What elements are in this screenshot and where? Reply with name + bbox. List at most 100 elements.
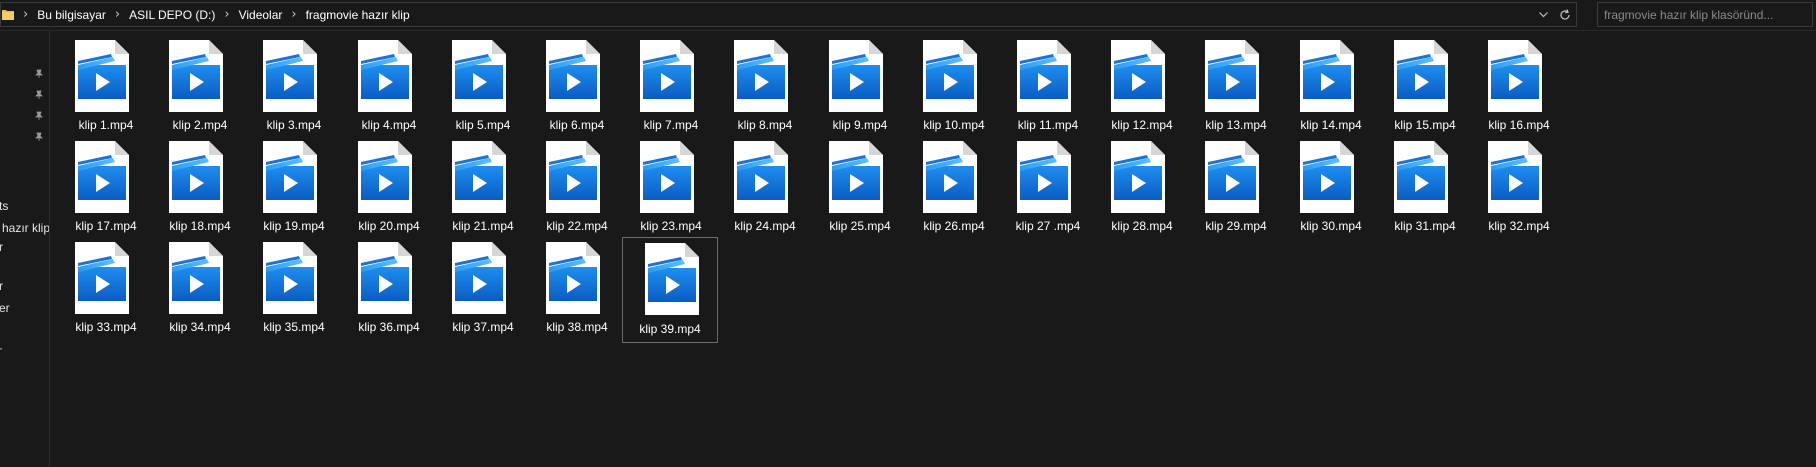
chevron-right-icon[interactable]: ›	[115, 7, 120, 22]
chevron-right-icon[interactable]: ›	[23, 7, 28, 22]
video-file-icon	[923, 141, 977, 213]
file-name: klip 14.mp4	[1300, 118, 1362, 132]
file-item[interactable]: klip 13.mp4	[1190, 40, 1282, 140]
file-item[interactable]: klip 34.mp4	[154, 242, 246, 342]
toolbar: › Bu bilgisayar › ASIL DEPO (D:) › Video…	[0, 0, 1816, 31]
file-item[interactable]: klip 17.mp4	[60, 141, 152, 241]
file-item[interactable]: klip 26.mp4	[908, 141, 1000, 241]
file-item[interactable]: klip 4.mp4	[343, 40, 435, 140]
file-name: klip 30.mp4	[1300, 219, 1362, 233]
file-name: klip 11.mp4	[1017, 118, 1079, 132]
file-item[interactable]: klip 9.mp4	[814, 40, 906, 140]
file-item[interactable]: klip 36.mp4	[343, 242, 435, 342]
video-file-icon	[75, 40, 129, 112]
file-name: klip 22.mp4	[546, 219, 608, 233]
pin-icon	[35, 69, 43, 78]
breadcrumb-this-pc[interactable]: Bu bilgisayar	[37, 8, 106, 22]
nav-item-partial[interactable]: r	[0, 279, 3, 293]
file-item[interactable]: klip 21.mp4	[437, 141, 529, 241]
file-name: klip 10.mp4	[923, 118, 985, 132]
file-item[interactable]: klip 8.mp4	[719, 40, 811, 140]
file-item[interactable]: klip 28.mp4	[1096, 141, 1188, 241]
address-bar[interactable]: › Bu bilgisayar › ASIL DEPO (D:) › Video…	[0, 2, 1577, 27]
file-name: klip 7.mp4	[643, 118, 699, 132]
video-file-icon	[169, 242, 223, 314]
breadcrumb-videos[interactable]: Videolar	[239, 8, 283, 22]
file-name: klip 32.mp4	[1488, 219, 1550, 233]
file-item[interactable]: klip 20.mp4	[343, 141, 435, 241]
file-item[interactable]: klip 3.mp4	[248, 40, 340, 140]
chevron-down-icon[interactable]	[1532, 3, 1554, 26]
video-file-icon	[75, 242, 129, 314]
file-name: klip 29.mp4	[1205, 219, 1267, 233]
chevron-right-icon[interactable]: ›	[224, 7, 229, 22]
file-item[interactable]: klip 31.mp4	[1379, 141, 1471, 241]
file-item[interactable]: klip 29.mp4	[1190, 141, 1282, 241]
file-item[interactable]: klip 10.mp4	[908, 40, 1000, 140]
file-name: klip 1.mp4	[78, 118, 134, 132]
breadcrumb-current-folder[interactable]: fragmovie hazır klip	[306, 8, 410, 22]
file-name: klip 33.mp4	[75, 320, 137, 334]
file-item[interactable]: klip 39.mp4	[622, 237, 718, 343]
navigation-pane[interactable]: › ts hazır klip r r er ·	[0, 31, 50, 467]
file-item[interactable]: klip 19.mp4	[248, 141, 340, 241]
file-item[interactable]: klip 22.mp4	[531, 141, 623, 241]
breadcrumb-drive[interactable]: ASIL DEPO (D:)	[129, 8, 215, 22]
nav-item-partial[interactable]: ·	[0, 341, 3, 355]
video-file-icon	[169, 141, 223, 213]
video-file-icon	[452, 141, 506, 213]
file-item[interactable]: klip 37.mp4	[437, 242, 529, 342]
file-item[interactable]: klip 7.mp4	[625, 40, 717, 140]
file-grid[interactable]: klip 1.mp4 klip 2.mp4 klip 3.mp4 klip 4.mp4…	[60, 40, 1816, 467]
file-name: klip 18.mp4	[169, 219, 231, 233]
file-name: klip 26.mp4	[923, 219, 985, 233]
file-name: klip 25.mp4	[829, 219, 891, 233]
search-input[interactable]: fragmovie hazır klip klasöründ...	[1597, 2, 1813, 27]
video-file-icon	[1488, 40, 1542, 112]
file-name: klip 5.mp4	[455, 118, 511, 132]
file-name: klip 15.mp4	[1394, 118, 1456, 132]
file-name: klip 35.mp4	[263, 320, 325, 334]
file-item[interactable]: klip 33.mp4	[60, 242, 152, 342]
nav-item-partial[interactable]: ts	[0, 199, 8, 213]
file-item[interactable]: klip 12.mp4	[1096, 40, 1188, 140]
file-name: klip 24.mp4	[734, 219, 796, 233]
file-item[interactable]: klip 14.mp4	[1285, 40, 1377, 140]
file-name: klip 9.mp4	[832, 118, 888, 132]
file-item[interactable]: klip 32.mp4	[1473, 141, 1565, 241]
chevron-right-icon[interactable]: ›	[291, 7, 296, 22]
search-placeholder: fragmovie hazır klip klasöründ...	[1604, 7, 1774, 22]
nav-item-partial[interactable]: r	[0, 240, 3, 254]
video-file-icon	[1394, 141, 1448, 213]
file-name: klip 34.mp4	[169, 320, 231, 334]
file-name: klip 37.mp4	[452, 320, 514, 334]
file-item[interactable]: klip 1.mp4	[60, 40, 152, 140]
video-file-icon	[829, 141, 883, 213]
video-file-icon	[1300, 40, 1354, 112]
nav-item-partial[interactable]: er	[0, 301, 10, 315]
file-item[interactable]: klip 25.mp4	[814, 141, 906, 241]
file-item[interactable]: klip 11.mp4	[1002, 40, 1094, 140]
video-file-icon	[75, 141, 129, 213]
file-item[interactable]: klip 35.mp4	[248, 242, 340, 342]
file-name: klip 16.mp4	[1488, 118, 1550, 132]
video-file-icon	[546, 40, 600, 112]
file-item[interactable]: klip 2.mp4	[154, 40, 246, 140]
file-item[interactable]: klip 24.mp4	[719, 141, 811, 241]
file-item[interactable]: klip 15.mp4	[1379, 40, 1471, 140]
refresh-icon[interactable]	[1554, 3, 1576, 26]
video-file-icon	[1205, 141, 1259, 213]
video-file-icon	[546, 242, 600, 314]
file-item[interactable]: klip 38.mp4	[531, 242, 623, 342]
file-item[interactable]: klip 16.mp4	[1473, 40, 1565, 140]
nav-item-partial[interactable]: hazır klip	[2, 221, 49, 235]
video-file-icon	[1300, 141, 1354, 213]
pin-icon	[35, 111, 43, 120]
file-item[interactable]: klip 30.mp4	[1285, 141, 1377, 241]
file-name: klip 39.mp4	[639, 322, 701, 336]
file-item[interactable]: klip 23.mp4	[625, 141, 717, 241]
file-item[interactable]: klip 6.mp4	[531, 40, 623, 140]
file-item[interactable]: klip 18.mp4	[154, 141, 246, 241]
file-item[interactable]: klip 5.mp4	[437, 40, 529, 140]
file-item[interactable]: klip 27 .mp4	[1002, 141, 1094, 241]
